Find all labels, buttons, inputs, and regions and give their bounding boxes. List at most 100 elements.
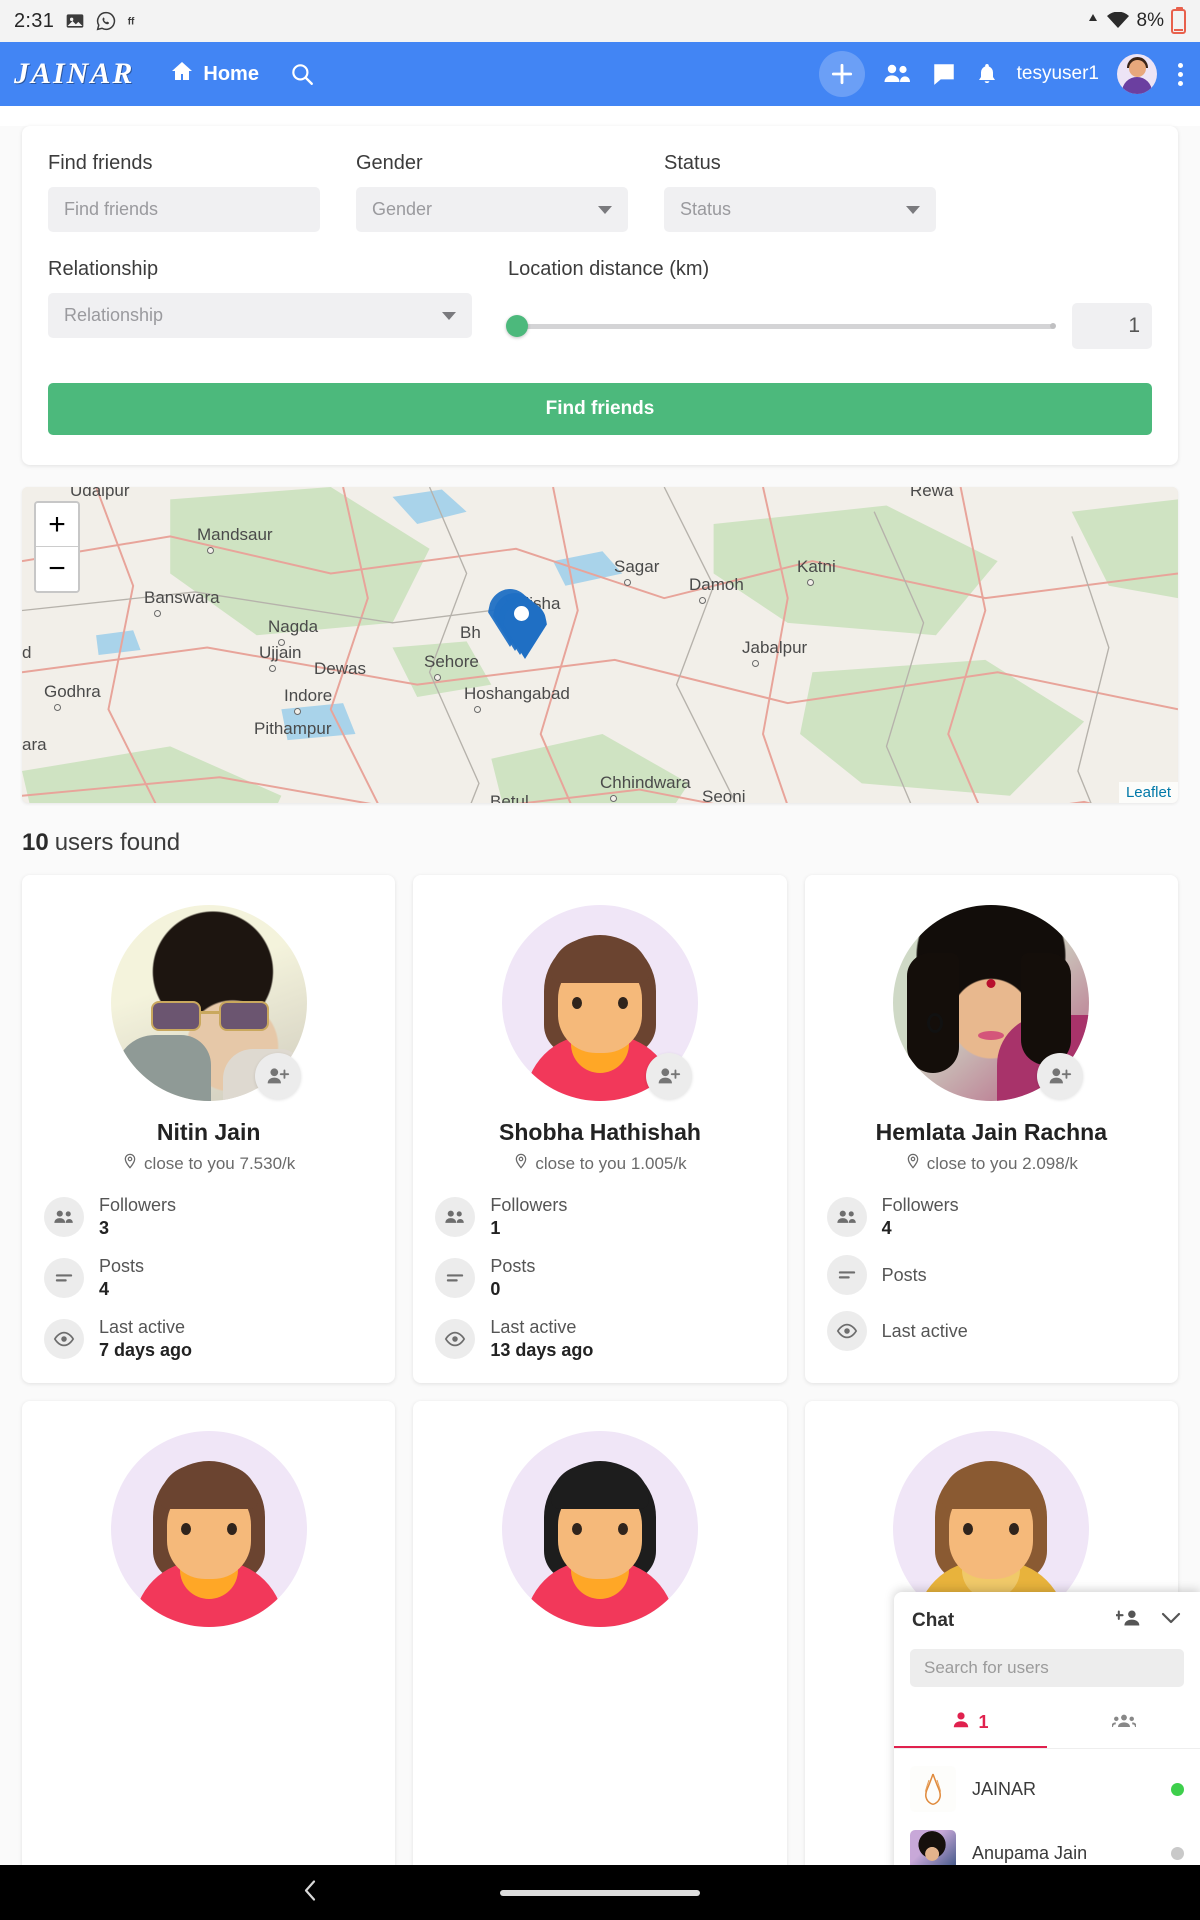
stat-label: Followers (881, 1195, 959, 1215)
chevron-down-icon (442, 311, 456, 320)
stat-label: Last active (99, 1317, 186, 1337)
results-count-number: 10 (22, 829, 49, 856)
user-card[interactable]: Shobha Hathishah close to you 1.005/k Fo… (413, 875, 787, 1383)
map-city-label: Godhra (44, 682, 101, 701)
user-distance: close to you 7.530/k (122, 1153, 295, 1174)
stat-value: 3 (99, 1217, 110, 1238)
map-zoom-in-button[interactable]: + (36, 503, 78, 547)
map-zoom-out-button[interactable]: − (36, 547, 78, 591)
map-city-dot (699, 597, 706, 604)
filter-relationship: Relationship Relationship (48, 258, 472, 349)
people-group-icon (1110, 1712, 1137, 1735)
more-vertical-icon[interactable] (1175, 62, 1186, 86)
map-city-dot (474, 706, 481, 713)
person-icon (952, 1711, 970, 1734)
stat-posts: Posts 4 (44, 1255, 373, 1300)
brand-logo[interactable]: JAINAR (14, 57, 134, 91)
avatar[interactable] (1117, 54, 1157, 94)
user-card[interactable]: Hemlata Jain Rachna close to you 2.098/k… (804, 875, 1178, 1383)
wifi-icon (1106, 12, 1130, 30)
navbar-username[interactable]: tesyuser1 (1017, 63, 1099, 85)
map-container[interactable]: + − Udaipur Mandsaur Banswara Nagda Ujjain De… (22, 487, 1178, 803)
user-card[interactable]: Nitin Jain close to you 7.530/k Follower… (22, 875, 396, 1383)
stat-label: Posts (490, 1256, 536, 1276)
user-card[interactable] (413, 1401, 787, 1886)
android-nav-bar (0, 1865, 1200, 1920)
gender-select[interactable]: Gender (356, 187, 628, 232)
user-name: Hemlata Jain Rachna (875, 1119, 1108, 1145)
gender-label: Gender (356, 152, 423, 174)
bell-icon[interactable] (975, 61, 999, 87)
location-pin-icon (905, 1153, 921, 1174)
map-tiles (22, 487, 1178, 803)
status-select[interactable]: Status (664, 187, 936, 232)
map-city-label: Rewa (910, 487, 954, 500)
user-name: Nitin Jain (156, 1119, 261, 1145)
map-city-label: Katni (797, 557, 836, 576)
namaste-icon (910, 1766, 956, 1812)
plus-icon[interactable] (818, 51, 865, 97)
distance-value-input[interactable]: 1 (1072, 303, 1152, 349)
stat-last-active: Last active (826, 1311, 1156, 1351)
map-city-dot (54, 704, 61, 711)
distance-slider-thumb[interactable] (506, 315, 528, 337)
user-card[interactable] (22, 1401, 396, 1886)
map-city-dot (294, 708, 301, 715)
chat-list-item[interactable]: JAINAR (894, 1757, 1200, 1821)
chat-panel[interactable]: Chat Search for users 1 JAINAR Anupama J… (894, 1592, 1200, 1885)
person-add-group-icon[interactable] (1114, 1608, 1144, 1633)
distance-slider[interactable] (506, 315, 1056, 337)
chat-tab-people[interactable]: 1 (894, 1701, 1047, 1748)
person-add-icon[interactable] (254, 1053, 301, 1099)
chat-bubble-icon[interactable] (931, 61, 957, 87)
home-icon (170, 59, 194, 89)
status-label: Status (664, 152, 721, 174)
stat-label: Last active (490, 1317, 577, 1337)
image-icon (65, 11, 85, 31)
map-city-label: Nagda (268, 617, 319, 636)
find-friends-input[interactable]: Find friends (48, 187, 320, 232)
user-distance-text: close to you 7.530/k (144, 1153, 296, 1173)
map-zoom-controls[interactable]: + − (34, 501, 80, 593)
chat-tab-groups[interactable] (1047, 1701, 1200, 1748)
stat-label: Last active (881, 1320, 968, 1341)
map-city-label: Sagar (614, 557, 660, 576)
people-icon[interactable] (883, 61, 913, 87)
chat-search-input[interactable]: Search for users (910, 1649, 1184, 1687)
chevron-down-icon[interactable] (1160, 1610, 1182, 1631)
user-avatar[interactable] (501, 1431, 698, 1627)
stat-value: 13 days ago (490, 1339, 594, 1360)
filter-find-friends: Find friends Find friends (48, 152, 320, 232)
person-add-icon[interactable] (1037, 1053, 1084, 1099)
map-city-label: Ujjain (259, 643, 302, 662)
home-pill[interactable] (500, 1889, 700, 1896)
map-city-dot (207, 547, 214, 554)
search-icon[interactable] (289, 61, 315, 87)
stat-label: Followers (490, 1195, 568, 1215)
filter-card: Find friends Find friends Gender Gender … (22, 126, 1178, 465)
map-city-label: ara (22, 735, 47, 754)
user-avatar[interactable] (110, 1431, 307, 1627)
location-pin-icon (122, 1153, 138, 1174)
map-city-label: Sehore (424, 652, 479, 671)
nav-home-label: Home (203, 62, 259, 85)
relationship-label: Relationship (48, 258, 159, 280)
relationship-select[interactable]: Relationship (48, 293, 472, 338)
person-add-icon[interactable] (645, 1053, 692, 1099)
stat-followers: Followers 3 (44, 1194, 373, 1239)
map-city-dot (752, 660, 759, 667)
battery-percent: 8% (1136, 10, 1164, 31)
gender-select-value: Gender (372, 199, 433, 219)
stat-value: 7 days ago (99, 1339, 193, 1360)
nav-home[interactable]: Home (170, 59, 259, 89)
distance-label: Location distance (km) (508, 258, 710, 280)
chevron-left-icon[interactable] (300, 1877, 322, 1908)
stat-value: 0 (490, 1278, 501, 1299)
chat-item-name: JAINAR (972, 1778, 1037, 1799)
eye-icon (44, 1318, 84, 1359)
find-friends-button[interactable]: Find friends (48, 383, 1152, 435)
location-pin-icon (513, 1153, 529, 1174)
stat-followers: Followers 1 (435, 1194, 764, 1239)
map-city-label: Chhindwara (600, 773, 691, 792)
leaflet-attribution[interactable]: Leaflet (1118, 782, 1178, 803)
